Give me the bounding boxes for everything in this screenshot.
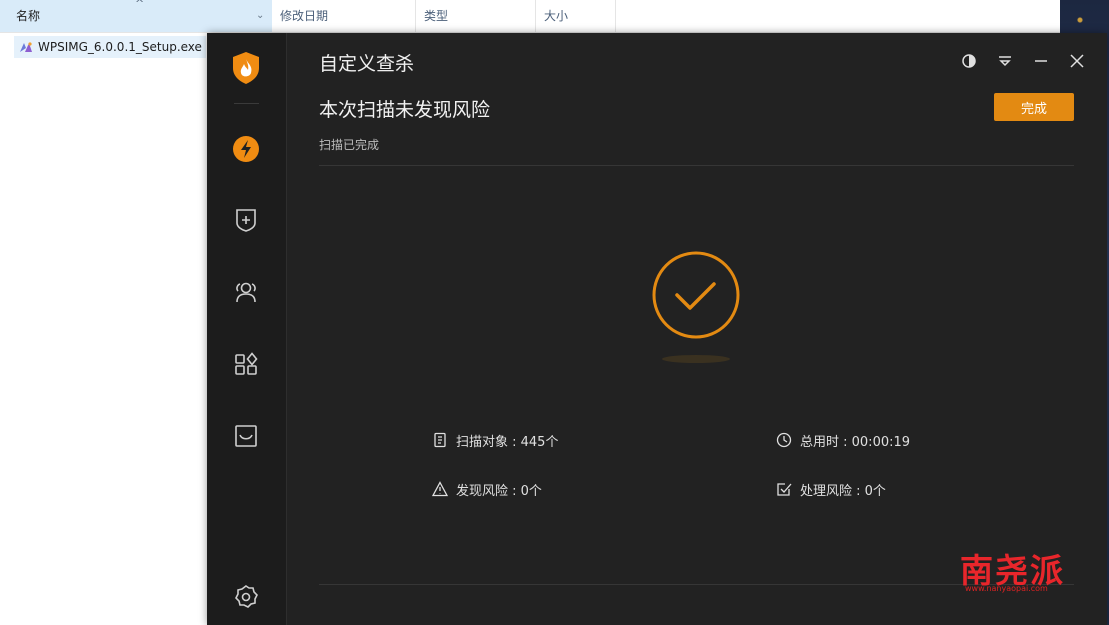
sidebar-divider	[234, 103, 259, 104]
check-shadow	[662, 355, 730, 363]
users-icon	[236, 282, 256, 303]
column-name-label: 名称	[16, 9, 41, 23]
app-file-icon	[20, 42, 32, 52]
window-title: 自定义查杀	[319, 53, 415, 75]
done-button[interactable]: 完成	[994, 93, 1074, 121]
document-icon	[434, 432, 446, 448]
contrast-icon	[962, 54, 976, 68]
menu-icon	[999, 56, 1011, 67]
file-row[interactable]: WPSIMG_6.0.0.1_Setup.exe	[14, 36, 206, 58]
stat-scanned-text: 扫描对象 : 445个	[456, 434, 559, 450]
flame-shield-logo	[233, 52, 259, 84]
divider-top	[319, 165, 1074, 166]
menu-button[interactable]	[995, 51, 1015, 71]
nav-settings[interactable]	[231, 582, 261, 612]
column-modified-label: 修改日期	[280, 9, 329, 23]
lightning-icon	[233, 136, 259, 162]
column-size[interactable]: 大小	[536, 0, 616, 32]
success-check-icon	[652, 251, 740, 339]
inbox-icon	[235, 425, 257, 447]
stat-risks-handled: 处理风险 : 0个	[776, 479, 886, 499]
watermark-logo: 南尧派 www.nanyaopai.com	[960, 544, 1100, 596]
nav-toolbox[interactable]	[231, 421, 261, 451]
file-name: WPSIMG_6.0.0.1_Setup.exe	[38, 40, 202, 54]
stat-duration: 总用时 : 00:00:19	[776, 430, 910, 450]
nav-scan[interactable]	[231, 134, 261, 164]
warning-icon	[432, 481, 448, 497]
clock-icon	[776, 432, 792, 448]
stat-risks-found: 发现风险 : 0个	[432, 479, 542, 499]
column-size-label: 大小	[544, 9, 569, 23]
shield-plus-icon	[236, 209, 256, 232]
watermark-url: www.nanyaopai.com	[965, 584, 1048, 593]
theme-toggle[interactable]	[959, 51, 979, 71]
column-type[interactable]: 类型	[416, 0, 536, 32]
stat-risks-handled-text: 处理风险 : 0个	[800, 483, 886, 499]
column-name[interactable]: 名称 ^ ⌄	[0, 0, 272, 32]
close-button[interactable]	[1067, 51, 1087, 71]
stat-scanned: 扫描对象 : 445个	[432, 430, 558, 450]
column-modified[interactable]: 修改日期	[272, 0, 416, 32]
explorer-header: 名称 ^ ⌄ 修改日期 类型 大小	[0, 0, 1060, 33]
nav-users[interactable]	[231, 277, 261, 307]
stat-duration-text: 总用时 : 00:00:19	[800, 434, 911, 450]
settings-icon	[235, 585, 258, 608]
stat-risks-found-text: 发现风险 : 0个	[456, 483, 542, 499]
close-icon	[1070, 54, 1084, 68]
scan-window: 自定义查杀 本次扫描未发现风险 扫描已完成 完成 扫描对象 : 445个 总用时…	[207, 33, 1107, 625]
sidebar	[207, 33, 287, 625]
sort-up-icon: ^	[135, 0, 145, 10]
nav-protection[interactable]	[231, 205, 261, 235]
chevron-down-icon[interactable]: ⌄	[256, 0, 264, 32]
minimize-icon	[1035, 60, 1047, 62]
apps-icon	[235, 352, 258, 375]
minimize-button[interactable]	[1031, 51, 1051, 71]
scan-result-headline: 本次扫描未发现风险	[319, 99, 491, 121]
checkbox-icon	[777, 483, 792, 496]
scan-status-text: 扫描已完成	[319, 138, 380, 152]
nav-apps[interactable]	[231, 349, 261, 379]
column-type-label: 类型	[424, 9, 449, 23]
